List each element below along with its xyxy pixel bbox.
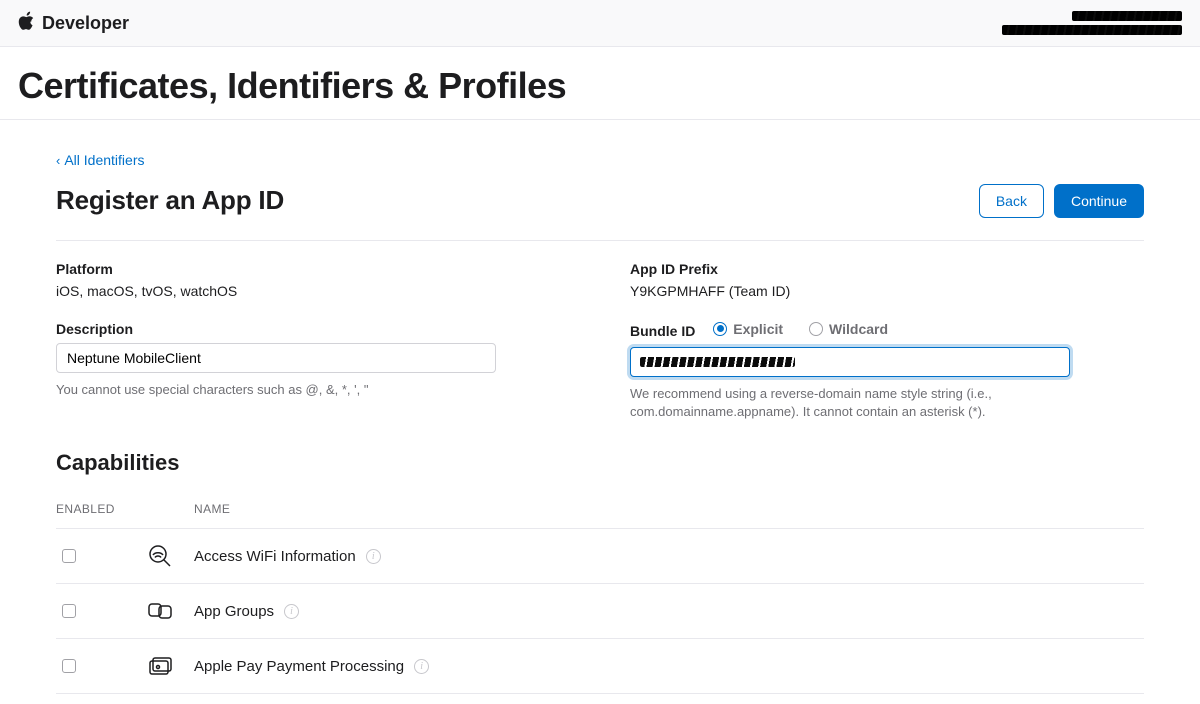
apple-logo-icon xyxy=(18,11,34,36)
bundle-help: We recommend using a reverse-domain name… xyxy=(630,385,1070,423)
description-help: You cannot use special characters such a… xyxy=(56,381,496,400)
capability-checkbox[interactable] xyxy=(62,549,76,563)
info-icon[interactable]: i xyxy=(414,659,429,674)
action-buttons: Back Continue xyxy=(979,184,1144,218)
back-link-label: All Identifiers xyxy=(64,152,144,168)
capability-row: Associated Domains i xyxy=(56,694,1144,704)
bundle-radio-wildcard[interactable]: Wildcard xyxy=(809,321,888,337)
bundle-radio-explicit[interactable]: Explicit xyxy=(713,321,783,337)
capabilities-section: Capabilities ENABLED NAME Access WiFi In… xyxy=(56,450,1144,704)
col-enabled-label: ENABLED xyxy=(56,502,146,516)
radio-dot-icon xyxy=(809,322,823,336)
top-bar: Developer xyxy=(0,0,1200,47)
bundle-input-wrap xyxy=(630,347,1070,377)
wifi-search-icon xyxy=(146,542,174,570)
bundle-label: Bundle ID xyxy=(630,323,695,339)
brand-label: Developer xyxy=(42,13,129,34)
capability-checkbox[interactable] xyxy=(62,659,76,673)
account-name-redacted xyxy=(1072,11,1182,21)
apple-pay-card-icon xyxy=(146,652,174,680)
info-icon[interactable]: i xyxy=(284,604,299,619)
app-groups-icon xyxy=(146,597,174,625)
sub-title: Register an App ID xyxy=(56,185,284,216)
radio-dot-icon xyxy=(713,322,727,336)
description-input[interactable] xyxy=(56,343,496,373)
capabilities-title: Capabilities xyxy=(56,450,1144,476)
chevron-left-icon: ‹ xyxy=(56,153,60,168)
sub-header: Register an App ID Back Continue xyxy=(56,184,1144,241)
info-icon[interactable]: i xyxy=(366,549,381,564)
continue-button[interactable]: Continue xyxy=(1054,184,1144,218)
appid-prefix-value: Y9KGPMHAFF (Team ID) xyxy=(630,283,1144,299)
capability-row: App Groups i xyxy=(56,584,1144,639)
capability-name: Access WiFi Information xyxy=(194,548,356,565)
capabilities-header-row: ENABLED NAME xyxy=(56,502,1144,529)
bundle-label-row: Bundle ID Explicit Wildcard xyxy=(630,321,1144,339)
back-button[interactable]: Back xyxy=(979,184,1044,218)
capability-checkbox[interactable] xyxy=(62,604,76,618)
account-info xyxy=(1002,11,1182,35)
back-to-identifiers-link[interactable]: ‹ All Identifiers xyxy=(56,152,145,168)
appid-prefix-label: App ID Prefix xyxy=(630,261,1144,277)
capability-name: Apple Pay Payment Processing xyxy=(194,658,404,675)
capability-name: App Groups xyxy=(194,603,274,620)
bundle-id-input[interactable] xyxy=(630,347,1070,377)
page-title: Certificates, Identifiers & Profiles xyxy=(18,65,1182,107)
description-label: Description xyxy=(56,321,570,337)
capability-row: Access WiFi Information i xyxy=(56,529,1144,584)
account-team-redacted xyxy=(1002,25,1182,35)
form-right-column: App ID Prefix Y9KGPMHAFF (Team ID) Bundl… xyxy=(630,261,1144,423)
page-title-wrap: Certificates, Identifiers & Profiles xyxy=(0,47,1200,120)
capability-row: Apple Pay Payment Processing i xyxy=(56,639,1144,694)
col-name-label: NAME xyxy=(194,502,1144,516)
platform-value: iOS, macOS, tvOS, watchOS xyxy=(56,283,570,299)
platform-label: Platform xyxy=(56,261,570,277)
brand[interactable]: Developer xyxy=(18,11,129,36)
form-left-column: Platform iOS, macOS, tvOS, watchOS Descr… xyxy=(56,261,570,423)
form-grid: Platform iOS, macOS, tvOS, watchOS Descr… xyxy=(56,261,1144,423)
